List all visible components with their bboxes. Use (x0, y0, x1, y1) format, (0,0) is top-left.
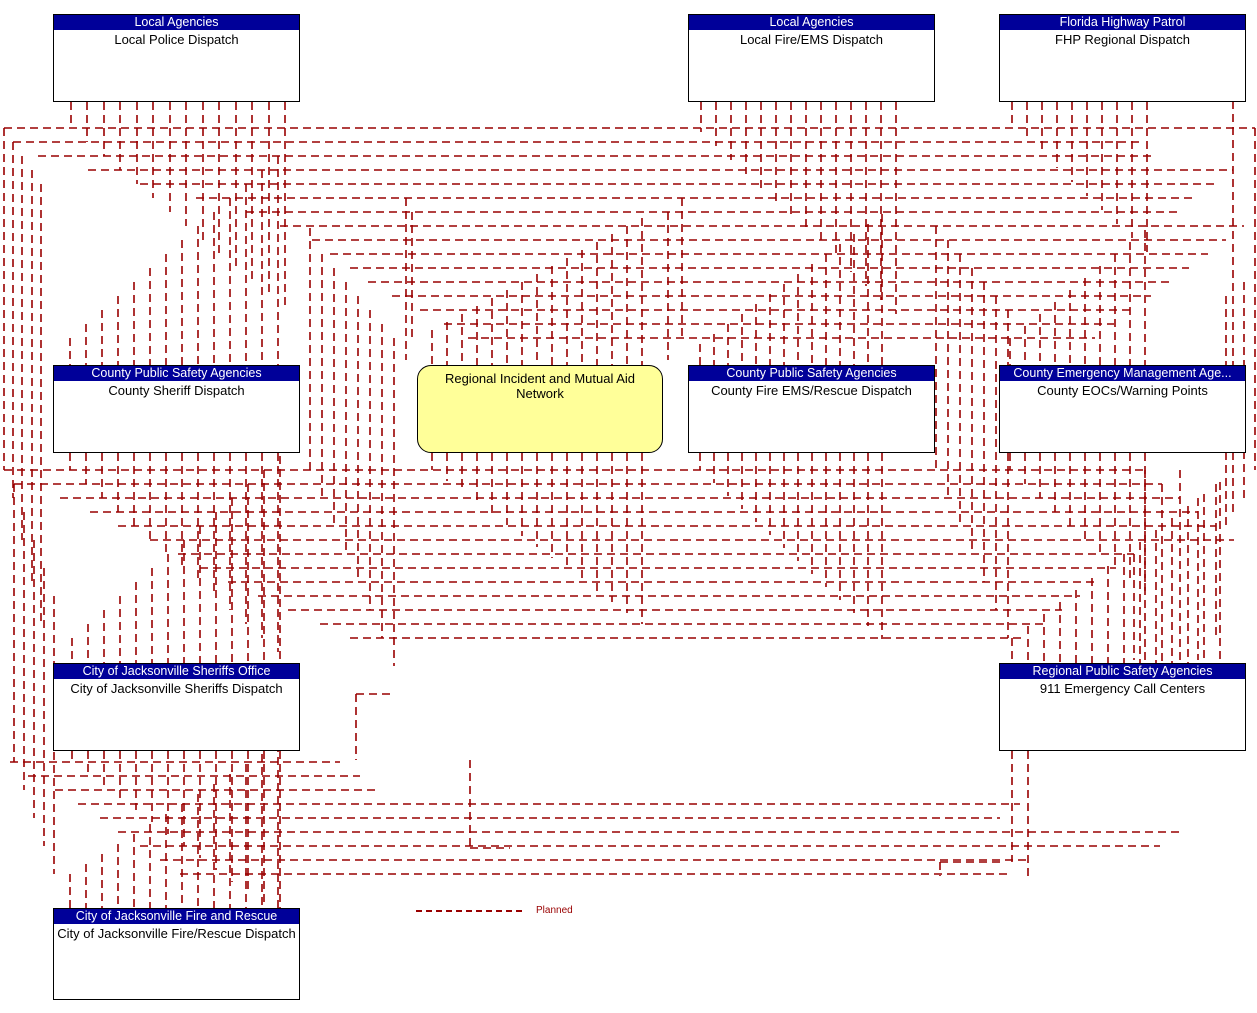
node-stakeholder-label: Local Agencies (54, 15, 299, 30)
node-fhp-regional-dispatch[interactable]: Florida Highway Patrol FHP Regional Disp… (999, 14, 1246, 102)
architecture-diagram-canvas: Local Agencies Local Police Dispatch Loc… (0, 0, 1257, 1013)
node-county-eocs-warning-points[interactable]: County Emergency Management Age... Count… (999, 365, 1246, 453)
terminator-regional-incident-mutual-aid-network[interactable]: Regional Incident and Mutual Aid Network (417, 365, 663, 453)
node-county-sheriff-dispatch[interactable]: County Public Safety Agencies County She… (53, 365, 300, 453)
node-name-label: City of Jacksonville Fire/Rescue Dispatc… (57, 926, 296, 941)
node-name-label: Local Police Dispatch (114, 32, 239, 47)
node-cojax-sheriffs-dispatch[interactable]: City of Jacksonville Sheriffs Office Cit… (53, 663, 300, 751)
node-stakeholder-label: County Public Safety Agencies (54, 366, 299, 381)
legend-planned-label: Planned (536, 905, 573, 916)
node-stakeholder-label: Florida Highway Patrol (1000, 15, 1245, 30)
node-cojax-fire-rescue-dispatch[interactable]: City of Jacksonville Fire and Rescue Cit… (53, 908, 300, 1000)
interconnect-wires (3, 88, 1256, 918)
legend: Planned (416, 905, 573, 916)
node-name-label: Local Fire/EMS Dispatch (739, 32, 884, 47)
node-911-emergency-call-centers[interactable]: Regional Public Safety Agencies 911 Emer… (999, 663, 1246, 751)
node-name-label: City of Jacksonville Sheriffs Dispatch (70, 681, 283, 696)
legend-planned-swatch (416, 909, 522, 912)
node-stakeholder-label: County Public Safety Agencies (689, 366, 934, 381)
node-stakeholder-label: Regional Public Safety Agencies (1000, 664, 1245, 679)
node-stakeholder-label: Local Agencies (689, 15, 934, 30)
node-name-label: FHP Regional Dispatch (1055, 32, 1190, 47)
node-stakeholder-label: County Emergency Management Age... (1000, 366, 1245, 381)
node-stakeholder-label: City of Jacksonville Fire and Rescue (54, 909, 299, 924)
node-name-label: County EOCs/Warning Points (1037, 383, 1208, 398)
node-county-fire-ems-rescue-dispatch[interactable]: County Public Safety Agencies County Fir… (688, 365, 935, 453)
terminator-label: Regional Incident and Mutual Aid Network (444, 371, 636, 401)
node-name-label: County Sheriff Dispatch (108, 383, 245, 398)
node-local-police-dispatch[interactable]: Local Agencies Local Police Dispatch (53, 14, 300, 102)
node-local-fire-ems-dispatch[interactable]: Local Agencies Local Fire/EMS Dispatch (688, 14, 935, 102)
node-name-label: County Fire EMS/Rescue Dispatch (711, 383, 912, 398)
node-stakeholder-label: City of Jacksonville Sheriffs Office (54, 664, 299, 679)
node-name-label: 911 Emergency Call Centers (1039, 681, 1206, 696)
